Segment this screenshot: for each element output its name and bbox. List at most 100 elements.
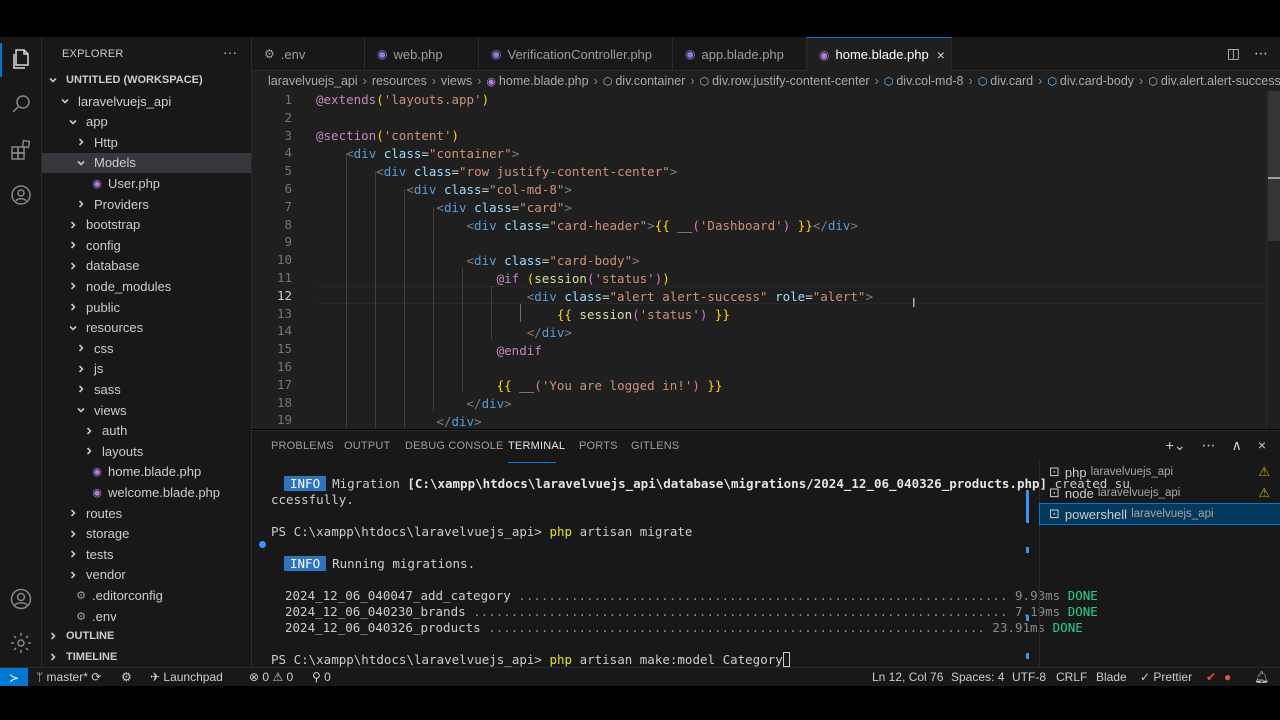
workspace-header[interactable]: UNTITLED (WORKSPACE) bbox=[42, 70, 251, 90]
tab-home-blade[interactable]: ◉ home.blade.php × bbox=[807, 37, 952, 71]
line-number: 19 bbox=[276, 412, 292, 428]
tab-env[interactable]: ⚙ .env bbox=[252, 37, 365, 71]
tab-terminal[interactable]: TERMINAL bbox=[508, 440, 565, 452]
tree-item[interactable]: Models bbox=[42, 152, 251, 173]
code-editor[interactable]: 1 2 3 4 5 6 7 8 9 10 11 12 13 14 15 16 17 18 19 @extends('… bbox=[252, 91, 1280, 429]
code-line-1: @extends('layouts.app') bbox=[316, 92, 490, 107]
scroll-thumb[interactable] bbox=[1268, 91, 1280, 241]
tree-item[interactable]: ◉ home.blade.php bbox=[42, 462, 251, 482]
tab-output[interactable]: OUTPUT bbox=[344, 440, 390, 452]
tree-item[interactable]: storage bbox=[42, 524, 251, 544]
git-branch[interactable]: ᛘ master* ⟳ bbox=[36, 670, 101, 684]
tree-item[interactable]: app bbox=[42, 112, 251, 132]
settings-gear-icon[interactable] bbox=[9, 631, 33, 655]
breadcrumb-item[interactable]: div.row.justify-content-center bbox=[712, 74, 869, 88]
terminal-item-powershell[interactable]: ⊡ powershell laravelvuejs_api bbox=[1039, 503, 1280, 525]
tab-ports[interactable]: PORTS bbox=[579, 440, 618, 452]
tree-item[interactable]: css bbox=[42, 338, 251, 358]
new-terminal-icon[interactable]: +⌄ bbox=[1166, 437, 1186, 454]
notifications-bell-icon[interactable]: 🔔︎ bbox=[1254, 670, 1269, 684]
tree-item[interactable]: ⚙ .env bbox=[42, 606, 251, 626]
chevron-right-icon bbox=[66, 300, 80, 314]
tree-item[interactable]: Http bbox=[42, 132, 251, 152]
maximize-panel-icon[interactable]: ∧ bbox=[1232, 437, 1242, 454]
tree-item[interactable]: resources bbox=[42, 318, 251, 338]
live-share-icon[interactable]: ● bbox=[1224, 670, 1231, 684]
code-line-15: @endif bbox=[496, 343, 542, 358]
tab-app-blade[interactable]: ◉ app.blade.php bbox=[673, 37, 807, 71]
encoding[interactable]: UTF-8 bbox=[1012, 670, 1046, 684]
account-icon[interactable] bbox=[9, 587, 33, 611]
tree-item-label: config bbox=[86, 237, 121, 253]
tree-item-label: tests bbox=[86, 546, 114, 562]
breadcrumb-item[interactable]: div.card-body bbox=[1060, 74, 1134, 88]
tree-item[interactable]: ◉ welcome.blade.php bbox=[42, 482, 251, 502]
tree-item[interactable]: tests bbox=[42, 544, 251, 564]
close-panel-icon[interactable]: × bbox=[1258, 437, 1266, 454]
tree-item[interactable]: ⚙ .editorconfig bbox=[42, 585, 251, 605]
launchpad[interactable]: ✈ Launchpad bbox=[150, 670, 223, 684]
tree-item[interactable]: layouts bbox=[42, 441, 251, 461]
tree-item[interactable]: bootstrap bbox=[42, 215, 251, 235]
outline-section[interactable]: OUTLINE bbox=[42, 626, 251, 646]
git-graph-icon[interactable]: ⚙ bbox=[121, 670, 132, 684]
remote-indicator-icon[interactable]: ≻ bbox=[0, 668, 28, 687]
code-line-3: @section('content') bbox=[316, 128, 460, 143]
tree-item[interactable]: public bbox=[42, 297, 251, 317]
cursor-position[interactable]: Ln 12, Col 76 bbox=[872, 670, 943, 684]
more-actions-icon[interactable]: ⋯ bbox=[1202, 437, 1216, 454]
line-number: 7 bbox=[284, 198, 292, 214]
tree-item[interactable]: auth bbox=[42, 421, 251, 441]
tab-problems[interactable]: PROBLEMS bbox=[271, 440, 334, 452]
prettier[interactable]: ✓ Prettier bbox=[1140, 670, 1192, 684]
tree-item[interactable]: Providers bbox=[42, 194, 251, 214]
problems-counter[interactable]: ⊗ 0 ⚠ 0 bbox=[249, 670, 293, 684]
terminal-scrollbar[interactable] bbox=[1026, 467, 1029, 667]
terminal-output[interactable]: INFO Migration [C:\xampp\htdocs\laravelvu… bbox=[252, 467, 1130, 667]
tab-debug-console[interactable]: DEBUG CONSOLE bbox=[405, 440, 504, 452]
migration-name: 2024_12_06_040326_products bbox=[285, 620, 481, 635]
tab-gitlens[interactable]: GITLENS bbox=[631, 440, 679, 452]
tree-item[interactable]: sass bbox=[42, 379, 251, 399]
close-icon[interactable]: × bbox=[937, 47, 945, 63]
line-ending[interactable]: CRLF bbox=[1056, 670, 1087, 684]
tree-item[interactable]: views bbox=[42, 400, 251, 420]
breadcrumb-item[interactable]: resources bbox=[372, 74, 427, 88]
timeline-section[interactable]: TIMELINE bbox=[42, 647, 251, 667]
tree-item[interactable]: node_modules bbox=[42, 276, 251, 296]
editor-scrollbar[interactable] bbox=[1266, 91, 1280, 429]
tree-item-label: bootstrap bbox=[86, 217, 141, 233]
more-actions-icon[interactable]: ··· bbox=[223, 44, 237, 60]
terminal-item-php[interactable]: ⊡ php laravelvuejs_api ⚠ bbox=[1040, 462, 1280, 482]
ports-counter[interactable]: ⚲ 0 bbox=[312, 670, 331, 684]
indentation[interactable]: Spaces: 4 bbox=[951, 670, 1004, 684]
search-icon[interactable] bbox=[9, 92, 33, 116]
breadcrumb-item[interactable]: div.container bbox=[615, 74, 685, 88]
breadcrumb-item[interactable]: laravelvuejs_api bbox=[268, 74, 358, 88]
extensions-icon[interactable] bbox=[9, 138, 33, 162]
chevron-right-icon bbox=[66, 527, 80, 541]
tree-item[interactable]: vendor bbox=[42, 565, 251, 585]
copilot-icon[interactable]: ✔ bbox=[1206, 670, 1216, 684]
tree-item[interactable]: routes bbox=[42, 503, 251, 523]
breadcrumb-item[interactable]: home.blade.php bbox=[499, 74, 589, 88]
more-actions-icon[interactable]: ⋯ bbox=[1254, 45, 1268, 62]
tree-item[interactable]: ◉ User.php bbox=[42, 173, 251, 193]
split-editor-icon[interactable]: ◫ bbox=[1227, 45, 1240, 62]
tab-web-php[interactable]: ◉ web.php bbox=[365, 37, 479, 71]
chevron-right-icon bbox=[74, 135, 88, 149]
breadcrumb-item[interactable]: div.col-md-8 bbox=[896, 74, 963, 88]
terminal-item-node[interactable]: ⊡ node laravelvuejs_api ⚠ bbox=[1040, 483, 1280, 503]
breadcrumb-item[interactable]: views bbox=[441, 74, 472, 88]
tab-verification-controller[interactable]: ◉ VerificationController.php bbox=[479, 37, 673, 71]
tree-item[interactable]: config bbox=[42, 235, 251, 255]
active-indicator bbox=[0, 43, 2, 77]
tree-item[interactable]: laravelvuejs_api bbox=[42, 91, 251, 111]
language-mode[interactable]: Blade bbox=[1096, 670, 1127, 684]
files-icon[interactable] bbox=[9, 47, 33, 71]
tree-item[interactable]: js bbox=[42, 359, 251, 379]
tree-item[interactable]: database bbox=[42, 256, 251, 276]
breadcrumb-item[interactable]: div.card bbox=[990, 74, 1033, 88]
remote-explorer-icon[interactable] bbox=[9, 183, 33, 207]
breadcrumb-item[interactable]: div.alert.alert-success bbox=[1161, 74, 1280, 88]
